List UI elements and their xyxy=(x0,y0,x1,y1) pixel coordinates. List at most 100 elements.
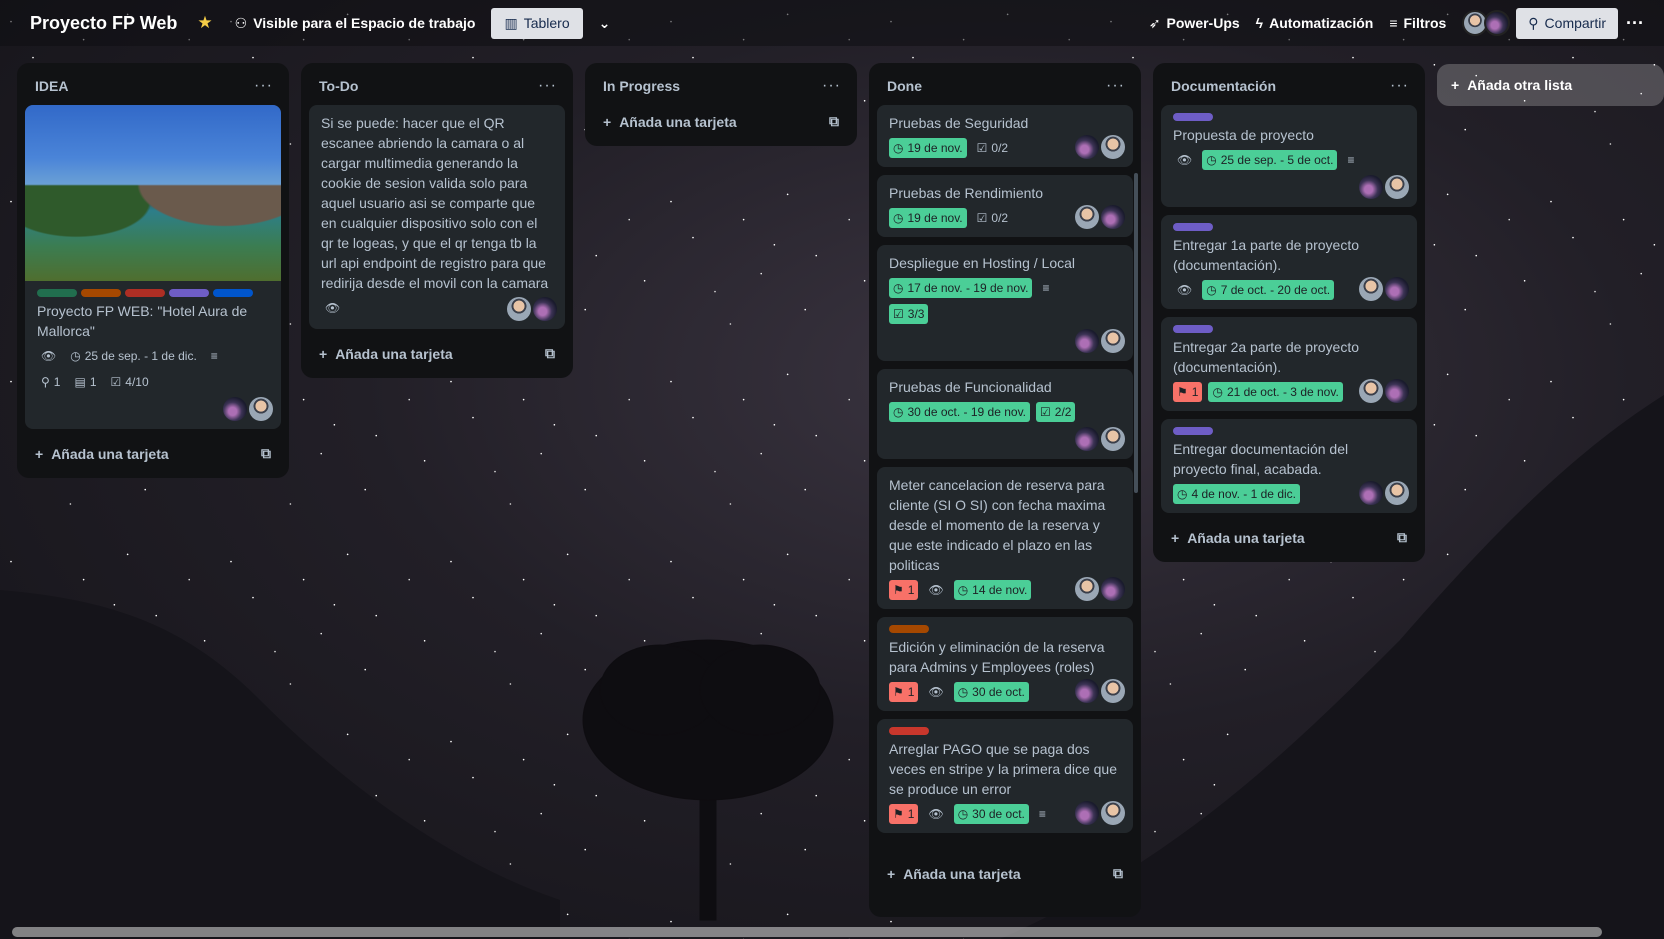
card[interactable]: Pruebas de Rendimiento ◷ 19 de nov. ☑ 0/2 xyxy=(877,175,1133,237)
card[interactable]: Propuesta de proyecto 👁 ◷ 25 de sep. - 5 … xyxy=(1161,105,1417,207)
add-card-button[interactable]: + Añada una tarjeta ⧉ xyxy=(25,437,281,470)
member-avatar[interactable] xyxy=(1101,135,1125,159)
member-avatar[interactable] xyxy=(1385,277,1409,301)
filters-button[interactable]: ≡ Filtros xyxy=(1381,9,1454,37)
member-avatar[interactable] xyxy=(1075,801,1099,825)
card[interactable]: Proyecto FP WEB: "Hotel Aura de Mallorca… xyxy=(25,105,281,429)
label-purple[interactable] xyxy=(1173,427,1213,435)
card[interactable]: Entregar documentación del proyecto fina… xyxy=(1161,419,1417,513)
automation-button[interactable]: ϟ Automatización xyxy=(1248,9,1382,37)
template-icon[interactable]: ⧉ xyxy=(1397,529,1407,546)
add-card-button[interactable]: + Añada una tarjeta ⧉ xyxy=(877,857,1133,890)
more-menu-button[interactable]: ··· xyxy=(1618,7,1652,40)
card[interactable]: Pruebas de Seguridad ◷ 19 de nov. ☑ 0/2 xyxy=(877,105,1133,167)
due-date-badge[interactable]: ◷ 4 de nov. - 1 de dic. xyxy=(1173,484,1300,504)
member-avatar[interactable] xyxy=(1075,135,1099,159)
label-purple[interactable] xyxy=(1173,113,1213,121)
member-avatar[interactable] xyxy=(1359,379,1383,403)
view-board-button[interactable]: ▥ Tablero xyxy=(491,7,583,39)
card[interactable]: Si se puede: hacer que el QR escanee abr… xyxy=(309,105,565,329)
card[interactable]: Edición y eliminación de la reserva para… xyxy=(877,617,1133,711)
list-menu-button[interactable]: ··· xyxy=(822,77,841,95)
label-purple[interactable] xyxy=(1173,223,1213,231)
due-date-badge[interactable]: ◷ 30 de oct. - 19 de nov. xyxy=(889,402,1031,422)
member-avatar[interactable] xyxy=(1075,205,1099,229)
card[interactable]: Arreglar PAGO que se paga dos veces en s… xyxy=(877,719,1133,833)
filters-label: Filtros xyxy=(1403,15,1447,31)
powerups-button[interactable]: ➶ Power-Ups xyxy=(1141,9,1248,38)
member-avatar[interactable] xyxy=(1385,175,1409,199)
template-icon[interactable]: ⧉ xyxy=(1113,865,1123,882)
due-date-badge[interactable]: ◷ 21 de oct. - 3 de nov. xyxy=(1208,382,1343,402)
list-menu-button[interactable]: ··· xyxy=(538,77,557,95)
card[interactable]: Despliegue en Hosting / Local ◷ 17 de nov… xyxy=(877,245,1133,361)
list-menu-button[interactable]: ··· xyxy=(254,77,273,95)
member-avatar[interactable] xyxy=(1359,277,1383,301)
due-date-badge[interactable]: ◷ 7 de oct. - 20 de oct. xyxy=(1202,280,1335,300)
list-title[interactable]: To-Do xyxy=(319,78,358,94)
star-icon[interactable]: ★ xyxy=(197,13,212,33)
card[interactable]: Meter cancelacion de reserva para client… xyxy=(877,467,1133,609)
due-date-badge[interactable]: ◷ 17 de nov. - 19 de nov. xyxy=(889,278,1033,298)
share-button[interactable]: ⚲ Compartir xyxy=(1516,7,1619,39)
label-orange[interactable] xyxy=(81,289,121,297)
member-avatar[interactable] xyxy=(1075,427,1099,451)
card[interactable]: Pruebas de Funcionalidad ◷ 30 de oct. - 1… xyxy=(877,369,1133,459)
list-title[interactable]: IDEA xyxy=(35,78,68,94)
due-date-badge[interactable]: ◷ 14 de nov. xyxy=(953,580,1032,600)
list-title[interactable]: In Progress xyxy=(603,78,680,94)
label-red[interactable] xyxy=(889,727,929,735)
board-title[interactable]: Proyecto FP Web xyxy=(30,13,177,34)
member-avatar[interactable] xyxy=(533,297,557,321)
add-card-label: Añada una tarjeta xyxy=(619,113,737,130)
add-list-button[interactable]: + Añada otra lista xyxy=(1437,64,1664,106)
views-dropdown-button[interactable]: ⌄ xyxy=(591,9,619,38)
board-horizontal-scrollbar[interactable] xyxy=(12,927,1602,937)
template-icon[interactable]: ⧉ xyxy=(545,345,555,362)
member-avatar[interactable] xyxy=(507,297,531,321)
member-avatar[interactable] xyxy=(1101,577,1125,601)
member-avatar[interactable] xyxy=(1101,801,1125,825)
visibility-button[interactable]: ⚇ Visible para el Espacio de trabajo xyxy=(227,9,484,38)
member-avatar[interactable] xyxy=(1484,10,1511,36)
member-avatar[interactable] xyxy=(1101,679,1125,703)
due-date-badge[interactable]: ◷ 30 de oct. xyxy=(953,804,1029,824)
add-card-button[interactable]: + Añada una tarjeta ⧉ xyxy=(1161,521,1417,554)
list-title[interactable]: Documentación xyxy=(1171,78,1276,94)
card-labels xyxy=(1173,223,1405,231)
due-date-badge[interactable]: ◷ 19 de nov. xyxy=(889,138,967,158)
due-date-badge[interactable]: ◷ 25 de sep. - 5 de oct. xyxy=(1202,150,1338,170)
label-red[interactable] xyxy=(125,289,165,297)
member-avatar[interactable] xyxy=(1075,679,1099,703)
card[interactable]: Entregar 2a parte de proyecto (documenta… xyxy=(1161,317,1417,411)
member-avatar[interactable] xyxy=(1101,427,1125,451)
label-green[interactable] xyxy=(37,289,77,297)
member-avatar[interactable] xyxy=(223,397,247,421)
member-avatar[interactable] xyxy=(1101,329,1125,353)
template-icon[interactable]: ⧉ xyxy=(261,445,271,462)
member-avatar[interactable] xyxy=(1359,175,1383,199)
member-avatar[interactable] xyxy=(1075,329,1099,353)
label-purple[interactable] xyxy=(169,289,209,297)
label-purple[interactable] xyxy=(1173,325,1213,333)
member-avatar[interactable] xyxy=(1385,481,1409,505)
add-card-button[interactable]: + Añada una tarjeta ⧉ xyxy=(593,105,849,138)
label-orange[interactable] xyxy=(889,625,929,633)
member-avatar[interactable] xyxy=(1385,379,1409,403)
list-scrollbar[interactable] xyxy=(1134,173,1138,493)
member-avatar[interactable] xyxy=(1075,577,1099,601)
list-menu-button[interactable]: ··· xyxy=(1390,77,1409,95)
due-date-badge[interactable]: ◷ 30 de oct. xyxy=(953,682,1029,702)
member-avatar[interactable] xyxy=(1101,205,1125,229)
due-date-badge[interactable]: ◷ 19 de nov. xyxy=(889,208,967,228)
member-avatar[interactable] xyxy=(249,397,273,421)
label-blue[interactable] xyxy=(213,289,253,297)
template-icon[interactable]: ⧉ xyxy=(829,113,839,130)
list-title[interactable]: Done xyxy=(887,78,922,94)
member-avatar[interactable] xyxy=(1359,481,1383,505)
card-members xyxy=(1075,205,1125,229)
card[interactable]: Entregar 1a parte de proyecto (documenta… xyxy=(1161,215,1417,309)
list-menu-button[interactable]: ··· xyxy=(1106,77,1125,95)
add-card-button[interactable]: + Añada una tarjeta ⧉ xyxy=(309,337,565,370)
dates-badge[interactable]: ◷ 25 de sep. - 1 de dic. xyxy=(66,346,201,366)
